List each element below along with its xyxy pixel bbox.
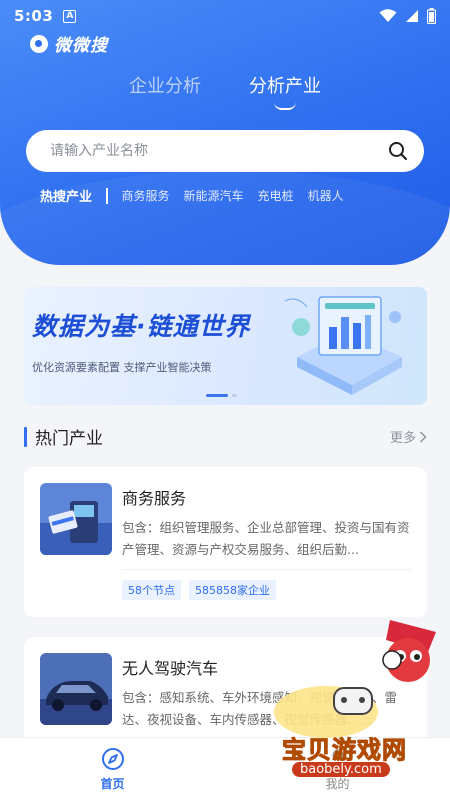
hot-search-label: 热搜产业 — [40, 190, 93, 205]
tab-enterprise-analysis[interactable]: 企业分析 — [129, 72, 201, 108]
card-title: 商务服务 — [122, 489, 187, 508]
hot-tag-robot[interactable]: 机器人 — [308, 187, 344, 204]
hot-tag-charging-pile[interactable]: 充电桩 — [258, 187, 294, 204]
card-description: 包含：组织管理服务、企业总部管理、投资与国有资产管理、资源与产权交易服务、组织后… — [122, 520, 410, 557]
tab-industry-analysis[interactable]: 分析产业 — [249, 72, 321, 110]
card-thumbnail-payment-image — [40, 483, 112, 555]
search-icon[interactable] — [388, 141, 408, 161]
divider — [106, 187, 108, 204]
hot-search-row: 热搜产业 商务服务 新能源汽车 充电桩 机器人 — [40, 186, 358, 205]
analysis-tabs: 企业分析 分析产业 — [0, 72, 450, 110]
node-count-tag: 58个节点 — [122, 580, 181, 600]
card-thumbnail-car-image — [40, 653, 112, 725]
hot-tag-new-energy-vehicle[interactable]: 新能源汽车 — [184, 187, 244, 204]
status-time: 5:03 — [14, 7, 54, 25]
carousel-dot[interactable] — [231, 394, 237, 397]
more-label: 更多 — [389, 431, 416, 446]
carousel-dot-active[interactable] — [205, 394, 228, 397]
company-count-tag: 585858家企业 — [189, 580, 276, 600]
app-logo: 微微搜 — [30, 31, 108, 56]
hot-tag-business-services[interactable]: 商务服务 — [122, 187, 170, 204]
battery-icon — [427, 8, 436, 24]
nav-mine-label: 我的 — [325, 776, 350, 791]
section-accent-bar — [24, 426, 27, 447]
card-title: 无人驾驶汽车 — [122, 659, 219, 678]
nav-home-label: 首页 — [100, 776, 125, 791]
card-body: 商务服务 包含：组织管理服务、企业总部管理、投资与国有资产管理、资源与产权交易服… — [122, 483, 411, 605]
nav-mine[interactable]: 我的 — [225, 738, 450, 800]
data-platform-illustration — [284, 296, 402, 395]
bottom-nav: 首页 我的 — [0, 737, 450, 800]
logo-icon — [30, 34, 48, 53]
industry-card[interactable]: 商务服务 包含：组织管理服务、企业总部管理、投资与国有资产管理、资源与产权交易服… — [24, 467, 427, 617]
status-bar: 5:03 A — [0, 0, 450, 32]
hot-industries-header: 热门产业 更多 — [24, 424, 427, 449]
search-bar[interactable] — [26, 130, 424, 172]
section-title: 热门产业 — [35, 429, 103, 449]
card-tags: 58个节点 585858家企业 — [122, 580, 411, 600]
banner-title: 数据为基·链通世界 — [32, 312, 251, 341]
compass-icon — [101, 747, 124, 770]
card-body: 无人驾驶汽车 包含：感知系统、车外环境感知、视觉摄像头、雷达、夜视设备、车内传感… — [122, 653, 411, 745]
signal-icon — [406, 10, 418, 22]
chevron-right-icon — [419, 430, 427, 443]
carousel-dots — [205, 394, 237, 397]
card-description: 包含：感知系统、车外环境感知、视觉摄像头、雷达、夜视设备、车内传感器、视觉传感器… — [122, 690, 398, 727]
more-link[interactable]: 更多 — [390, 427, 427, 446]
divider — [122, 569, 411, 570]
status-icons — [379, 8, 436, 24]
notification-a-icon: A — [63, 9, 77, 23]
tab-industry-analysis-label: 分析产业 — [249, 76, 321, 97]
search-input[interactable] — [50, 143, 388, 159]
user-icon — [328, 749, 347, 769]
banner-subtitle: 优化资源要素配置 支撑产业智能决策 — [32, 361, 212, 374]
promo-banner[interactable]: 数据为基·链通世界 优化资源要素配置 支撑产业智能决策 — [24, 287, 427, 405]
nav-home[interactable]: 首页 — [0, 738, 225, 800]
logo-text: 微微搜 — [54, 36, 108, 56]
wifi-icon — [379, 9, 397, 22]
